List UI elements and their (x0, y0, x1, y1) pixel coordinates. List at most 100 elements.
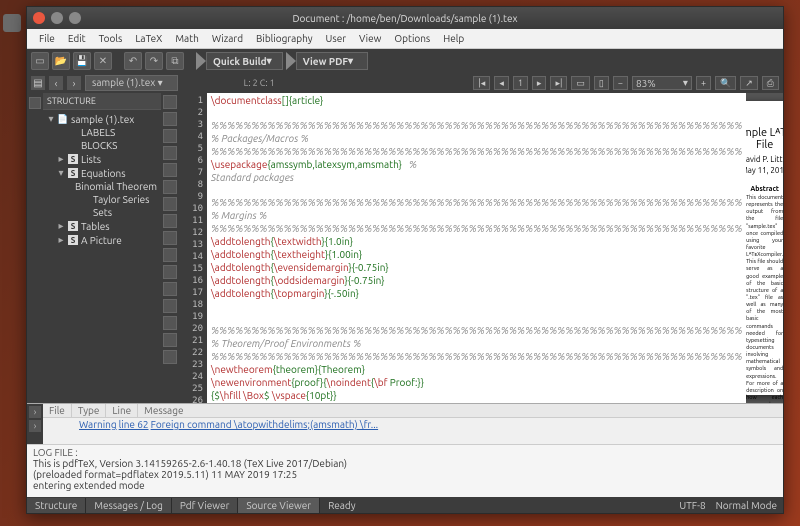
twisty-icon: ▸ (57, 234, 65, 246)
prev-tab-icon[interactable]: ‹ (49, 76, 63, 90)
log-panel: LOG FILE : This is pdfTeX, Version 3.141… (27, 444, 783, 497)
log-heading: LOG FILE : (33, 447, 777, 458)
dock-icon[interactable] (3, 14, 21, 32)
abstract-heading: Abstract (746, 185, 783, 193)
tree-label: Binomial Theorem (75, 181, 157, 192)
menu-file[interactable]: File (33, 31, 61, 46)
tree-item[interactable]: BLOCKS (45, 139, 159, 152)
new-file-icon[interactable]: ▭ (31, 52, 49, 70)
menu-bibliography[interactable]: Bibliography (250, 31, 318, 46)
redo-icon[interactable]: ↷ (145, 52, 163, 70)
menu-wizard[interactable]: Wizard (206, 31, 249, 46)
statusbar-tab[interactable]: Source Viewer (238, 498, 320, 513)
palette-icon[interactable] (163, 112, 177, 126)
page-next-icon[interactable]: ▸ (532, 76, 547, 90)
find-icon[interactable]: 🔍 (715, 76, 736, 90)
statusbar-tab[interactable]: Structure (27, 498, 86, 513)
page-first-icon[interactable]: |◂ (473, 76, 490, 90)
statusbar-tab[interactable]: Messages / Log (86, 498, 172, 513)
next-tab-icon[interactable]: › (67, 76, 81, 90)
palette-icon[interactable] (163, 282, 177, 296)
menu-edit[interactable]: Edit (62, 31, 92, 46)
fit-width-icon[interactable]: ▭ (571, 76, 590, 90)
structure-panel: STRUCTURE ▾📄sample (1).texLABELSBLOCKS▸S… (43, 93, 161, 403)
node-icon (80, 195, 90, 205)
message-row[interactable]: Warning line 62 Foreign command \atopwit… (43, 418, 783, 431)
left-rail (27, 93, 43, 403)
close-file-icon[interactable]: ✕ (94, 52, 112, 70)
palette-icon[interactable] (163, 333, 177, 347)
zoom-in-icon[interactable]: + (696, 76, 711, 90)
open-file-icon[interactable]: 📂 (52, 52, 70, 70)
line-gutter: 1234567891011121314151617181920212223242… (179, 93, 207, 403)
external-viewer-icon[interactable]: ↗ (740, 76, 758, 90)
menu-help[interactable]: Help (437, 31, 470, 46)
tree-label: LABELS (81, 127, 115, 138)
tree-item[interactable]: ▸SLists (45, 152, 159, 166)
palette-icon[interactable] (163, 197, 177, 211)
palette-icon[interactable] (163, 350, 177, 364)
tree-item[interactable]: ▾SEquations (45, 166, 159, 180)
window-maximize-button[interactable] (69, 12, 81, 24)
palette-icon[interactable] (163, 265, 177, 279)
palette-icon[interactable] (163, 214, 177, 228)
node-icon (68, 141, 78, 151)
file-tab[interactable]: sample (1).tex ▾ (85, 75, 178, 91)
menu-user[interactable]: User (320, 31, 352, 46)
tree-item[interactable]: Binomial Theorem (45, 180, 159, 193)
tree-label: Tables (81, 221, 110, 232)
tab-toolbar: ▤ ‹ › sample (1).tex ▾ L: 2 C: 1 |◂ ◂ 1 … (27, 73, 783, 93)
section-icon: S (68, 168, 78, 178)
copy-icon[interactable]: ⧉ (166, 52, 184, 70)
page-prev-icon[interactable]: ◂ (494, 76, 509, 90)
zoom-out-icon[interactable]: − (613, 76, 628, 90)
palette-icon[interactable] (163, 163, 177, 177)
tree-toggle-icon[interactable]: ▤ (31, 76, 45, 90)
statusbar-tab[interactable]: Pdf Viewer (172, 498, 239, 513)
code-editor[interactable]: \documentclass[]{article} %%%%%%%%%%%%%%… (207, 93, 746, 403)
msg-tab-icon[interactable]: › (29, 420, 41, 432)
menu-view[interactable]: View (353, 31, 387, 46)
pdf-page: Sample LᴬTᴇX File David P. Little May 11… (746, 101, 783, 395)
menu-tools[interactable]: Tools (93, 31, 129, 46)
zoom-value: 83% (636, 78, 656, 89)
page-indicator[interactable]: 1 (513, 76, 528, 90)
tree-item[interactable]: ▾📄sample (1).tex (45, 112, 159, 126)
palette-icon[interactable] (163, 129, 177, 143)
palette-icon[interactable] (163, 95, 177, 109)
menu-math[interactable]: Math (169, 31, 204, 46)
menu-options[interactable]: Options (388, 31, 436, 46)
msg-tab-icon[interactable]: › (29, 406, 41, 418)
page-last-icon[interactable]: ▸| (550, 76, 567, 90)
undo-icon[interactable]: ↶ (124, 52, 142, 70)
save-file-icon[interactable]: 💾 (73, 52, 91, 70)
palette-icon[interactable] (163, 316, 177, 330)
tree-item[interactable]: LABELS (45, 126, 159, 139)
fit-page-icon[interactable]: ▯ (594, 76, 609, 90)
window-minimize-button[interactable] (51, 12, 63, 24)
palette-icon[interactable] (163, 146, 177, 160)
bottom-panel: › › File Type Line Message Warning line … (27, 403, 783, 497)
structure-tree[interactable]: ▾📄sample (1).texLABELSBLOCKS▸SLists▾SEqu… (43, 110, 161, 403)
msg-line: line 62 (119, 419, 149, 430)
palette-icon[interactable] (163, 180, 177, 194)
pdf-preview[interactable]: Sample LᴬTᴇX File David P. Little May 11… (746, 93, 783, 403)
twisty-icon: ▾ (47, 113, 55, 125)
zoom-combo[interactable]: 83%▾ (632, 76, 692, 90)
tree-item[interactable]: Sets (45, 206, 159, 219)
menu-latex[interactable]: LaTeX (129, 31, 168, 46)
palette-icon[interactable] (163, 299, 177, 313)
titlebar[interactable]: Document : /home/ben/Downloads/sample (1… (27, 7, 783, 29)
play-icon (196, 52, 206, 70)
palette-icon[interactable] (163, 248, 177, 262)
quickbuild-button[interactable]: Quick Build ▾ (196, 52, 283, 70)
tree-item[interactable]: Taylor Series (45, 193, 159, 206)
print-icon[interactable]: ⎙ (762, 76, 779, 90)
viewpdf-button[interactable]: View PDF ▾ (286, 52, 368, 70)
window-close-button[interactable] (33, 12, 45, 24)
rail-icon[interactable] (29, 97, 41, 109)
palette-icon[interactable] (163, 231, 177, 245)
node-icon: 📄 (58, 114, 68, 124)
tree-item[interactable]: ▸SA Picture (45, 233, 159, 247)
tree-item[interactable]: ▸STables (45, 219, 159, 233)
